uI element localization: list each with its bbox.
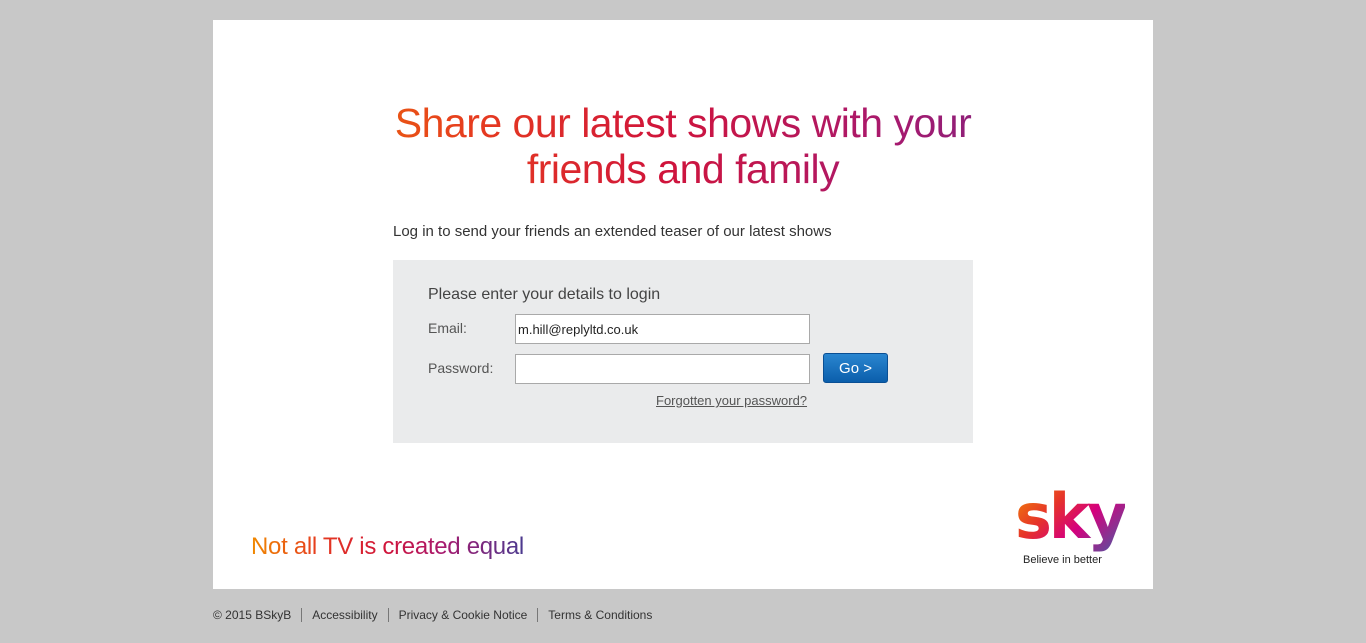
intro-text: Log in to send your friends an extended … — [393, 223, 832, 240]
login-heading: Please enter your details to login — [428, 286, 661, 303]
login-form: Please enter your details to login Email… — [393, 260, 973, 443]
password-label: Password: — [428, 360, 494, 376]
headline-line-1: Share our latest shows with your — [394, 100, 972, 146]
sky-logo: sky Believe in better — [1013, 482, 1128, 570]
main-panel: Share our latest shows with your friends… — [213, 20, 1153, 589]
footer-divider — [537, 608, 539, 622]
email-field[interactable] — [515, 314, 810, 344]
sky-logo-wordmark: sky — [1015, 480, 1128, 553]
footer-divider — [387, 608, 389, 622]
page-headline: Share our latest shows with your friends… — [213, 100, 1153, 192]
footer-link-privacy[interactable]: Privacy & Cookie Notice — [399, 608, 528, 622]
forgot-password-link[interactable]: Forgotten your password? — [656, 393, 807, 408]
password-field[interactable] — [515, 354, 810, 384]
sky-logo-caption: Believe in better — [1023, 554, 1102, 566]
tagline: Not all TV is created equal — [251, 533, 524, 560]
footer-divider — [301, 608, 303, 622]
footer-link-accessibility[interactable]: Accessibility — [312, 608, 377, 622]
footer-link-terms[interactable]: Terms & Conditions — [548, 608, 652, 622]
go-button[interactable]: Go > — [823, 353, 888, 383]
headline-line-2: friends and family — [526, 146, 840, 192]
footer-copyright: © 2015 BSkyB — [213, 608, 292, 622]
footer: © 2015 BSkyB Accessibility Privacy & Coo… — [213, 608, 652, 622]
email-label: Email: — [428, 320, 467, 336]
